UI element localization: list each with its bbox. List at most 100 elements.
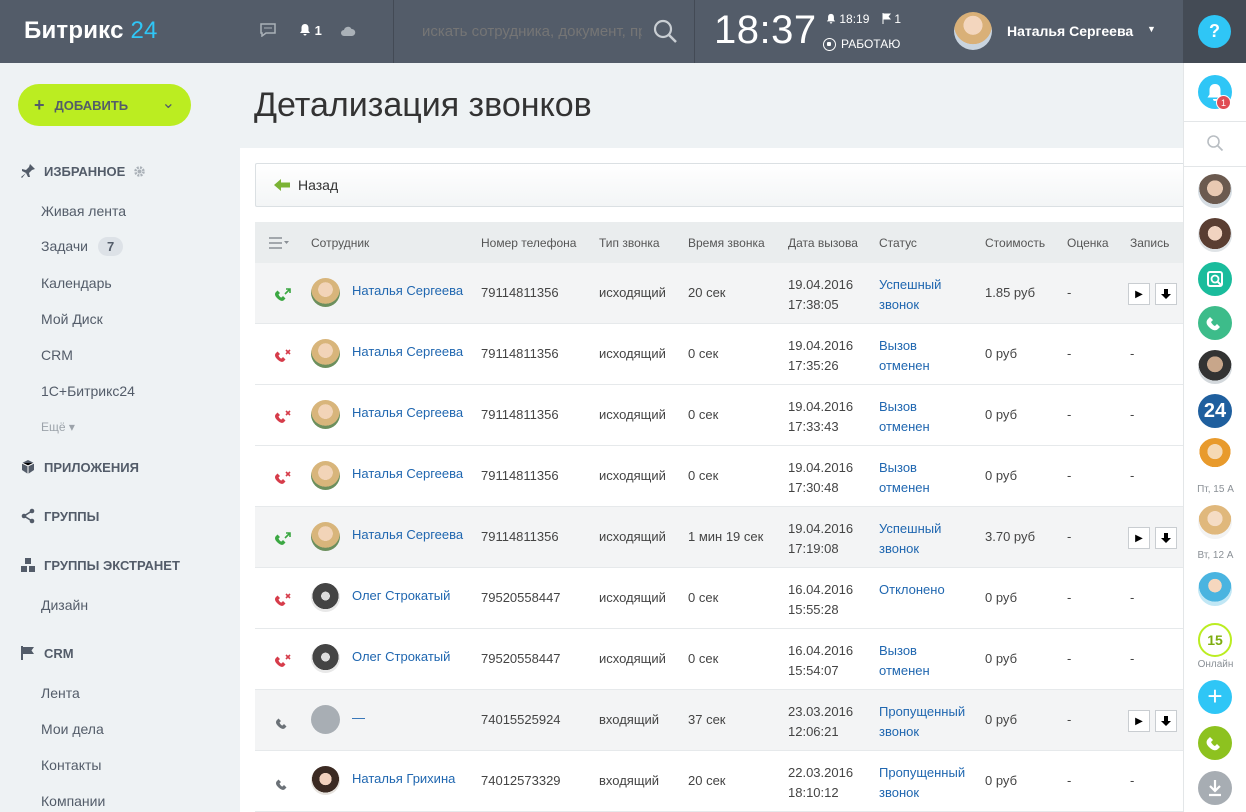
sidebar-section-crm[interactable]: CRM [20, 645, 74, 661]
column-header-cost[interactable]: Стоимость [985, 236, 1045, 250]
avatar[interactable] [311, 461, 340, 490]
sidebar-section-favorites[interactable]: ИЗБРАННОЕ [20, 163, 146, 179]
search-input[interactable] [422, 20, 642, 42]
call-status-link[interactable]: Успешный звонок [879, 275, 979, 315]
contact-avatar[interactable] [1198, 350, 1232, 384]
contact-avatar[interactable] [1198, 218, 1232, 252]
play-button[interactable]: ▶ [1128, 710, 1150, 732]
employee-link[interactable]: Наталья Сергеева [352, 344, 463, 359]
back-arrow-icon[interactable] [273, 178, 291, 192]
add-chat-button[interactable]: + [1198, 680, 1232, 714]
clock[interactable]: 18:37 [714, 8, 817, 53]
play-button[interactable]: ▶ [1128, 527, 1150, 549]
call-status-link[interactable]: Пропущенный звонок [879, 763, 979, 803]
employee-link[interactable]: — [352, 710, 365, 725]
avatar[interactable] [311, 522, 340, 551]
search-box[interactable] [394, 0, 694, 63]
call-status-link[interactable]: Отклонено [879, 580, 979, 600]
table-row[interactable]: Наталья Сергеева 79114811356 исходящий 0 се… [255, 446, 1183, 507]
avatar[interactable] [311, 339, 340, 368]
play-button[interactable]: ▶ [1128, 283, 1150, 305]
table-row[interactable]: Олег Строкатый 79520558447 исходящий 0 сек 1… [255, 568, 1183, 629]
sidebar-item-companies[interactable]: Компании [41, 793, 105, 809]
download-button[interactable] [1155, 527, 1177, 549]
contact-avatar[interactable] [1198, 174, 1232, 208]
employee-link[interactable]: Олег Строкатый [352, 649, 450, 664]
call-status-link[interactable]: Вызов отменен [879, 336, 979, 376]
download-button[interactable] [1155, 283, 1177, 305]
sidebar-more[interactable]: Ещё ▾ [41, 420, 75, 434]
contact-avatar[interactable] [1198, 572, 1232, 606]
open-line-button[interactable] [1198, 262, 1232, 296]
sidebar-item-my-drive[interactable]: Мой Диск [41, 311, 103, 327]
table-row[interactable]: Олег Строкатый 79520558447 исходящий 0 сек 1… [255, 629, 1183, 690]
employee-link[interactable]: Наталья Сергеева [352, 283, 463, 298]
cloud-icon[interactable] [340, 25, 356, 40]
sidebar-section-extranet[interactable]: ГРУППЫ ЭКСТРАНЕТ [20, 557, 180, 573]
avatar[interactable] [311, 278, 340, 307]
work-status-button[interactable]: РАБОТАЮ [823, 37, 900, 51]
user-avatar[interactable] [954, 12, 992, 50]
employee-link[interactable]: Наталья Грихина [352, 771, 455, 786]
call-status-link[interactable]: Вызов отменен [879, 397, 979, 437]
avatar[interactable] [311, 583, 340, 612]
table-row[interactable]: Наталья Сергеева 79114811356 исходящий 1 ми… [255, 507, 1183, 568]
download-button[interactable] [1198, 771, 1232, 805]
search-icon[interactable] [1206, 134, 1224, 152]
sidebar-item-contacts[interactable]: Контакты [41, 757, 101, 773]
avatar[interactable] [311, 766, 340, 795]
sidebar-item-crm-feed[interactable]: Лента [41, 685, 80, 701]
table-row[interactable]: Наталья Сергеева 79114811356 исходящий 0 се… [255, 324, 1183, 385]
column-header-phone[interactable]: Номер телефона [481, 236, 576, 250]
table-row[interactable]: — 74015525924 входящий 37 сек 23.03.2016 12:0… [255, 690, 1183, 751]
contact-avatar[interactable] [1198, 438, 1232, 472]
column-header-rating[interactable]: Оценка [1067, 236, 1109, 250]
table-row[interactable]: Наталья Сергеева 79114811356 исходящий 20 с… [255, 263, 1183, 324]
chevron-down-icon[interactable]: ▼ [1147, 24, 1156, 34]
column-header-employee[interactable]: Сотрудник [311, 236, 369, 250]
bitrix24-chat[interactable]: 24 [1198, 394, 1232, 428]
column-menu-icon[interactable] [269, 237, 289, 249]
sidebar-section-apps[interactable]: ПРИЛОЖЕНИЯ [20, 459, 139, 475]
column-header-duration[interactable]: Время звонка [688, 236, 765, 250]
column-header-date[interactable]: Дата вызова [788, 236, 858, 250]
avatar[interactable] [311, 400, 340, 429]
online-count[interactable]: 15 [1198, 623, 1232, 657]
table-row[interactable]: Наталья Сергеева 79114811356 исходящий 0 се… [255, 385, 1183, 446]
sidebar-item-live-feed[interactable]: Живая лента [41, 203, 126, 219]
avatar[interactable] [311, 644, 340, 673]
logo[interactable]: Битрикс 24 [24, 17, 158, 45]
employee-link[interactable]: Наталья Сергеева [352, 466, 463, 481]
sidebar-item-my-tasks[interactable]: Мои дела [41, 721, 104, 737]
bell-notifications[interactable]: 1 [299, 23, 322, 38]
search-icon[interactable] [652, 18, 678, 44]
contact-avatar[interactable] [1198, 505, 1232, 539]
call-status-link[interactable]: Успешный звонок [879, 519, 979, 559]
avatar[interactable] [311, 705, 340, 734]
add-button[interactable]: + ДОБАВИТЬ ⌄ [18, 84, 191, 126]
telephony-button[interactable] [1198, 306, 1232, 340]
employee-link[interactable]: Наталья Сергеева [352, 405, 463, 420]
employee-link[interactable]: Олег Строкатый [352, 588, 450, 603]
call-button[interactable] [1198, 726, 1232, 760]
sidebar-item-design[interactable]: Дизайн [41, 597, 88, 613]
gear-icon[interactable] [133, 165, 146, 178]
sidebar-item-1c[interactable]: 1С+Битрикс24 [41, 383, 135, 399]
call-status-link[interactable]: Вызов отменен [879, 641, 979, 681]
call-status-link[interactable]: Пропущенный звонок [879, 702, 979, 742]
help-button[interactable]: ? [1198, 15, 1231, 48]
employee-link[interactable]: Наталья Сергеева [352, 527, 463, 542]
column-header-status[interactable]: Статус [879, 236, 917, 250]
chat-icon[interactable] [260, 23, 276, 40]
column-header-record[interactable]: Запись [1130, 236, 1169, 250]
table-row[interactable]: Наталья Грихина 74012573329 входящий 20 сек… [255, 751, 1183, 812]
column-header-call-type[interactable]: Тип звонка [599, 236, 660, 250]
user-name[interactable]: Наталья Сергеева [1007, 23, 1133, 39]
call-status-link[interactable]: Вызов отменен [879, 458, 979, 498]
sidebar-item-tasks[interactable]: Задачи 7 [41, 237, 124, 256]
back-button[interactable]: Назад [298, 177, 338, 193]
sidebar-section-groups[interactable]: ГРУППЫ [20, 508, 99, 524]
sidebar-item-crm[interactable]: CRM [41, 347, 73, 363]
download-button[interactable] [1155, 710, 1177, 732]
sidebar-item-calendar[interactable]: Календарь [41, 275, 112, 291]
